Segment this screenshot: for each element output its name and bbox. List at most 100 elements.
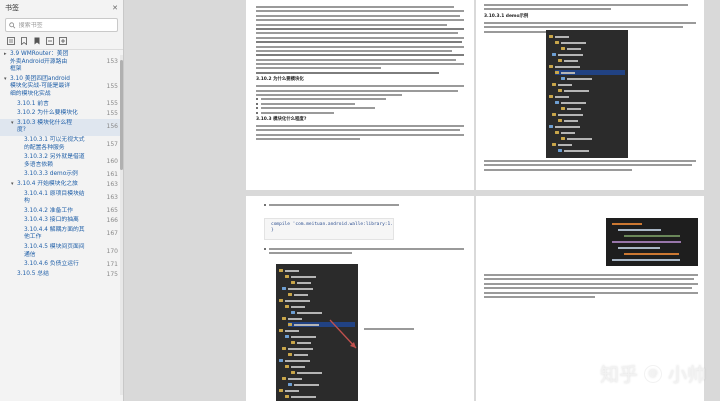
watermark-author: 小帅	[667, 364, 706, 386]
tree-row	[549, 64, 625, 69]
document-viewport[interactable]: 3.10.2 为什么要模块化 3.10.3 模块化什么程度? 3.10.3.1 …	[125, 0, 720, 401]
bookmark-page-number: 167	[106, 230, 118, 238]
bookmark-label: 3.9 WMRouter：美团外卖Android开源路由框架	[10, 51, 69, 73]
bookmark-page-number: 155	[106, 100, 118, 108]
tree-row	[558, 88, 625, 93]
bookmark-item[interactable]: ▾ 3.10.4 开始模块化之旅 163	[0, 180, 123, 190]
bookmark-item[interactable]: ▾ 3.10 美团四团android模块化实战-可能是最详细的模块化实战 155	[0, 75, 123, 100]
collapse-arrow-icon[interactable]: ▾	[11, 181, 14, 189]
bookmark-page-number: 155	[106, 83, 118, 91]
close-icon[interactable]: ✕	[112, 4, 118, 12]
tree-row	[282, 376, 355, 381]
page-157: 3.10.3.1 demo示例	[476, 0, 704, 190]
tree-row	[279, 268, 355, 273]
bookmark-item[interactable]: 3.10.4.4 解耦方面的其他工作 167	[0, 226, 123, 243]
tree-row	[561, 106, 625, 111]
code-line: compile 'com.meituan.android.walle:libra…	[271, 222, 394, 227]
bookmark-item[interactable]: 3.10.1 前言 155	[0, 100, 123, 110]
watermark: 知乎 @ 小帅	[600, 360, 706, 387]
tree-row	[558, 148, 625, 153]
code-line: }	[271, 228, 274, 233]
bookmark-page-number: 170	[106, 247, 118, 255]
bookmark-page-number: 175	[106, 270, 118, 278]
bookmark-label: 3.10.5 总结	[17, 270, 49, 277]
code-line-shape	[612, 259, 680, 261]
bookmark-label: 3.10.1 前言	[17, 100, 49, 107]
tree-row	[561, 76, 625, 81]
bookmark-label: 3.10.4.5 模块间页面间通信	[24, 244, 85, 258]
code-line-shape	[624, 253, 679, 255]
bookmark-item[interactable]: 3.10.4.6 负债立运行 171	[0, 260, 123, 270]
search-icon	[9, 21, 16, 28]
bookmark-item[interactable]: 3.10.3.2 另外就是借道多语言依赖 160	[0, 153, 123, 170]
bookmark-label: 3.10 美团四团android模块化实战-可能是最详细的模块化实战	[10, 75, 71, 97]
bookmark-label: 3.10.4 开始模块化之旅	[17, 180, 78, 187]
code-line-shape	[624, 235, 680, 237]
tree-row	[288, 382, 355, 387]
bookmark-item[interactable]: 3.10.3.1 可以无视大式的配置各种服务 157	[0, 136, 123, 153]
bookmarks-title: 书签	[5, 3, 19, 12]
ide-project-tree-screenshot	[546, 30, 628, 158]
bookmark-label: 3.10.4.2 准备工作	[24, 207, 73, 214]
tree-row	[555, 40, 625, 45]
bookmark-page-number: 163	[106, 180, 118, 188]
bookmark-label: 3.10.4.4 解耦方面的其他工作	[24, 226, 85, 241]
bookmark-add-icon[interactable]	[20, 37, 28, 45]
tree-row	[549, 124, 625, 129]
bookmarks-header: 书签 ✕	[0, 0, 123, 15]
bookmarks-panel: 书签 ✕ ▸3.9 WMRouter：美团外卖Android开源路由框架 153 ▾…	[0, 0, 124, 401]
bookmark-page-number: 160	[106, 157, 118, 165]
page-158: compile 'com.meituan.android.walle:libra…	[246, 196, 474, 401]
bookmark-item[interactable]: ▸ 3.9 WMRouter：美团外卖Android开源路由框架 153	[0, 50, 123, 75]
tree-row	[279, 358, 355, 363]
tree-row	[561, 46, 625, 51]
bookmark-item[interactable]: 3.10.4.3 接口的抽离 166	[0, 216, 123, 226]
section-heading: 3.10.3 模块化什么程度?	[256, 116, 307, 122]
code-line-shape	[618, 247, 660, 249]
bookmark-page-number: 155	[106, 110, 118, 118]
tree-row	[285, 304, 355, 309]
outline-view-icon[interactable]	[7, 37, 15, 45]
tree-row	[555, 130, 625, 135]
section-heading: 3.10.3.1 demo示例	[484, 13, 529, 19]
tree-row	[279, 388, 355, 393]
bookmark-search-input[interactable]	[18, 21, 114, 29]
expand-arrow-icon[interactable]: ▸	[4, 51, 7, 59]
tree-row	[285, 394, 355, 399]
collapse-arrow-icon[interactable]: ▾	[11, 120, 14, 128]
section-heading: 3.10.2 为什么要模块化	[256, 77, 304, 83]
bookmark-icon[interactable]	[33, 37, 41, 45]
bookmark-item[interactable]: 3.10.4.5 模块间页面间通信 170	[0, 243, 123, 260]
bookmark-label: 3.10.3.1 可以无视大式的配置各种服务	[24, 136, 85, 151]
bookmark-label: 3.10.4.3 接口的抽离	[24, 217, 79, 224]
bookmark-page-number: 166	[106, 217, 118, 225]
bookmark-page-number: 156	[106, 123, 118, 131]
bookmark-item[interactable]: 3.10.2 为什么要模块化 155	[0, 109, 123, 119]
tree-row	[552, 82, 625, 87]
tree-row	[552, 142, 625, 147]
bookmark-item[interactable]: 3.10.3.3 demo示例 161	[0, 170, 123, 180]
collapse-arrow-icon[interactable]: ▾	[4, 76, 7, 84]
tree-row	[555, 100, 625, 105]
bookmark-item[interactable]: 3.10.4.1 原项目模块结构 163	[0, 190, 123, 207]
tree-row	[558, 58, 625, 63]
tree-row	[549, 94, 625, 99]
sidebar-scrollbar-thumb[interactable]	[120, 60, 123, 170]
bookmark-item[interactable]: 3.10.5 总结 175	[0, 270, 123, 280]
bookmark-remove-icon[interactable]	[46, 37, 54, 45]
bookmark-page-number: 157	[106, 140, 118, 148]
tree-row	[282, 286, 355, 291]
expand-icon[interactable]	[59, 37, 67, 45]
tree-row	[291, 370, 355, 375]
bookmark-item[interactable]: 3.10.4.2 准备工作 165	[0, 207, 123, 217]
tree-row	[552, 52, 625, 57]
tree-row	[291, 310, 355, 315]
bookmark-label: 3.10.4.6 负债立运行	[24, 261, 79, 268]
bookmark-search-box[interactable]	[5, 18, 118, 32]
bookmark-item[interactable]: ▾ 3.10.3 模块化什么程度? 156	[0, 118, 123, 136]
bookmark-page-number: 161	[106, 171, 118, 179]
tree-row	[552, 112, 625, 117]
bookmark-label: 3.10.4.1 原项目模块结构	[24, 190, 85, 205]
code-line-shape	[618, 229, 661, 231]
red-arrow-annotation	[329, 319, 357, 349]
